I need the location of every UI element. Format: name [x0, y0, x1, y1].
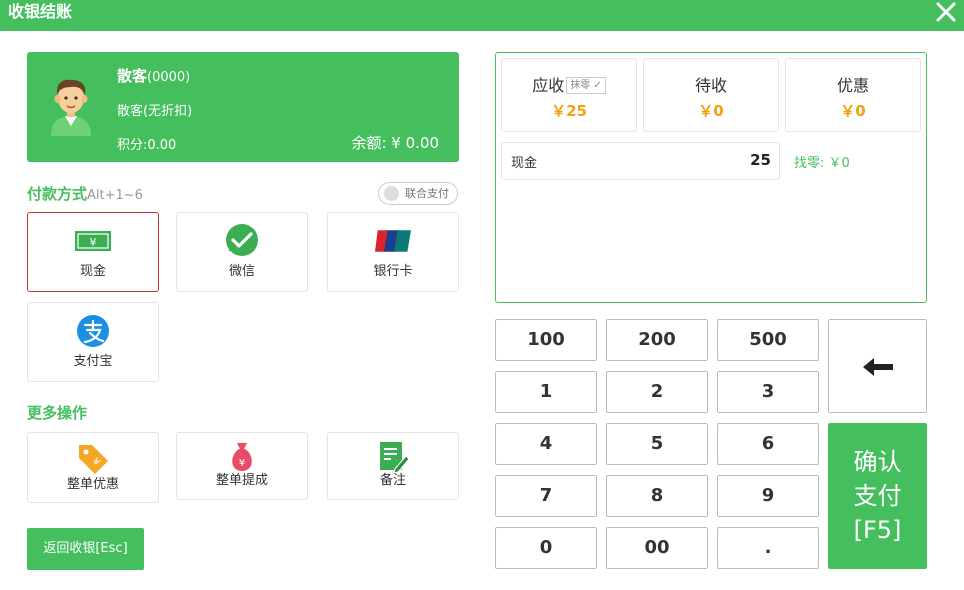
discount-box: 优惠 ￥0: [785, 58, 921, 132]
pending-label: 待收: [694, 76, 727, 95]
customer-level: 散客(无折扣): [117, 104, 193, 119]
discount-value: ￥0: [840, 102, 866, 120]
title-bar: 收银结账: [0, 0, 964, 31]
whole-order-discount-button[interactable]: ¥ 整单优惠: [27, 432, 159, 503]
pending-value: ￥0: [698, 102, 724, 120]
shortcut-hint: Alt+1~6: [87, 188, 143, 203]
wechat-icon: [226, 224, 258, 256]
discount-tag-icon: ¥: [79, 445, 108, 474]
keypad-key[interactable]: 1: [495, 371, 597, 413]
confirm-line: 支付: [853, 482, 902, 510]
action-label: 整单提成: [215, 473, 268, 488]
pay-method-label: 银行卡: [373, 264, 413, 279]
receivable-box: 应收 抹零 ✓ ￥25: [501, 58, 637, 132]
keypad-key[interactable]: 4: [495, 423, 597, 465]
cash-icon: ¥: [75, 231, 111, 251]
back-to-checkout-button[interactable]: 返回收银[Esc]: [27, 528, 144, 570]
keypad-key[interactable]: 0: [495, 527, 597, 569]
keypad-key[interactable]: 7: [495, 475, 597, 517]
payment-line-amount: 25: [750, 151, 771, 169]
window-title: 收银结账: [8, 2, 73, 21]
payment-line-method: 现金: [511, 156, 538, 171]
svg-text:¥: ¥: [239, 458, 245, 469]
keypad-key[interactable]: 2: [606, 371, 708, 413]
avatar-icon: [51, 79, 91, 136]
confirm-line: 确认: [853, 448, 902, 476]
keypad-key[interactable]: 6: [717, 423, 819, 465]
payment-section-title: 付款方式Alt+1~6: [27, 185, 143, 203]
keypad-key[interactable]: 100: [495, 319, 597, 361]
keypad-key[interactable]: 9: [717, 475, 819, 517]
keypad-key[interactable]: 3: [717, 371, 819, 413]
settlement-panel: 应收 抹零 ✓ ￥25 待收 ￥0 优惠 ￥0 现金 25 找零: ￥0: [495, 52, 927, 303]
discount-label: 优惠: [836, 76, 869, 95]
receivable-value: ￥25: [551, 102, 587, 120]
pay-method-label: 支付宝: [73, 354, 113, 369]
erase-change-checkbox[interactable]: 抹零 ✓: [566, 77, 606, 94]
pending-box: 待收 ￥0: [643, 58, 779, 132]
confirm-payment-button[interactable]: 确认 支付 [F5]: [828, 423, 927, 569]
alipay-icon: [77, 315, 109, 347]
backspace-arrow-icon: [863, 358, 893, 376]
payment-line[interactable]: 现金 25: [501, 142, 780, 180]
svg-text:¥: ¥: [90, 236, 97, 249]
keypad-key[interactable]: 5: [606, 423, 708, 465]
customer-points: 积分:0.00: [117, 138, 177, 153]
receivable-label: 应收: [532, 76, 565, 95]
pay-method-label: 微信: [228, 264, 255, 279]
keypad-key[interactable]: 500: [717, 319, 819, 361]
whole-order-commission-button[interactable]: ¥ 整单提成: [176, 432, 308, 500]
toggle-knob: [384, 186, 399, 201]
change-amount: 找零: ￥0: [794, 156, 850, 171]
confirm-line: [F5]: [853, 516, 902, 544]
backspace-button[interactable]: [828, 319, 927, 413]
pay-method-bank-card[interactable]: 银行卡: [327, 212, 459, 292]
keypad-key[interactable]: 8: [606, 475, 708, 517]
pay-method-label: 现金: [79, 264, 106, 279]
customer-card: 散客(0000) 散客(无折扣) 积分:0.00 余额: ¥ 0.00: [27, 52, 459, 162]
unionpay-icon: [375, 230, 411, 252]
note-button[interactable]: 备注: [327, 432, 459, 500]
close-icon[interactable]: [934, 0, 958, 24]
action-label: 整单优惠: [66, 477, 119, 492]
pay-method-wechat[interactable]: 微信: [176, 212, 308, 292]
action-label: 备注: [379, 473, 406, 488]
keypad-key[interactable]: .: [717, 527, 819, 569]
pay-method-cash[interactable]: ¥ 现金: [27, 212, 159, 292]
customer-balance: 余额: ¥ 0.00: [351, 134, 439, 152]
keypad-key[interactable]: 00: [606, 527, 708, 569]
pay-method-alipay[interactable]: 支付宝: [27, 302, 159, 382]
keypad-key[interactable]: 200: [606, 319, 708, 361]
customer-name: 散客(0000): [117, 67, 191, 85]
combined-payment-toggle[interactable]: 联合支付: [378, 182, 458, 205]
more-actions-title: 更多操作: [27, 404, 88, 422]
